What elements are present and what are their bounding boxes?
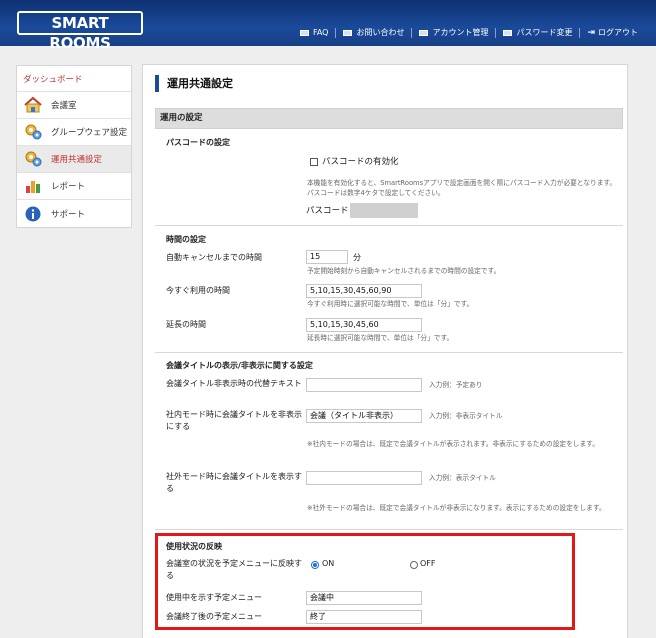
nav-logout[interactable]: ⇥ ログアウト (587, 27, 638, 38)
top-header: SMART ROOMS FAQ お問い合わせ アカウント管理 パスワード変更 ⇥… (0, 0, 656, 52)
nav-password[interactable]: パスワード変更 (503, 27, 572, 38)
passcode-block: パスコードの設定 パスコードの有効化 本機能を有効化すると、SmartRooms… (155, 129, 623, 226)
sidebar-item-label: グループウェア設定 (51, 128, 127, 138)
info-icon (24, 205, 42, 223)
highlight-box (155, 533, 575, 630)
auto-cancel-hint: 予定開始時刻から自動キャンセルされるまでの時間の設定です。 (307, 267, 501, 275)
meeting-title-block: 会議タイトルの表示/非表示に関する設定 会議タイトル非表示時の代替テキスト 入力… (155, 353, 623, 530)
external-input[interactable] (306, 471, 422, 485)
nav-divider (411, 27, 413, 38)
nav-password-label: パスワード変更 (516, 28, 573, 37)
nav-divider (495, 27, 497, 38)
sidebar-item-groupware[interactable]: グループウェア設定 (17, 119, 131, 146)
nav-account-label: アカウント管理 (432, 28, 489, 37)
card-icon (343, 29, 353, 36)
sidebar-item-label: ダッシュボード (23, 74, 83, 85)
alt-text-input[interactable] (306, 378, 422, 392)
alt-text-label: 会議タイトル非表示時の代替テキスト (166, 379, 302, 388)
section-header: 運用の設定 (155, 108, 623, 129)
extend-hint: 延長時に選択可能な時間で、単位は「分」です。 (307, 334, 454, 342)
sidebar-item-label: 運用共通設定 (51, 155, 103, 165)
nav-faq-label: FAQ (312, 28, 329, 37)
internal-label: 社内モード時に会議タイトルを非表示にする (166, 410, 302, 431)
passcode-label: パスコード (306, 206, 349, 216)
nav-divider (579, 27, 581, 38)
nav-divider (335, 27, 337, 38)
logout-icon: ⇥ (587, 27, 595, 38)
sidebar: ダッシュボード 会議室 グループウェア設定 運用共通設定 レポート サポート (16, 65, 132, 228)
internal-note: ※社内モードの場合は、既定で会議タイトルが表示されます。非表示にするための設定を… (307, 440, 599, 448)
internal-input[interactable]: 会議（タイトル非表示） (306, 409, 422, 423)
external-note: ※社外モードの場合は、既定で会議タイトルが非表示になります。表示にするための設定… (307, 504, 606, 512)
nav-logout-label: ログアウト (598, 28, 638, 37)
app-logo[interactable]: SMART ROOMS (17, 11, 143, 52)
now-use-input[interactable]: 5,10,15,30,45,60,90 (306, 284, 422, 298)
passcode-title: パスコードの設定 (166, 138, 230, 147)
sidebar-item-label: レポート (51, 182, 86, 192)
auto-cancel-input[interactable]: 15 (306, 250, 348, 264)
meeting-title-title: 会議タイトルの表示/非表示に関する設定 (166, 361, 313, 370)
card-icon (419, 29, 429, 36)
auto-cancel-unit: 分 (353, 253, 361, 262)
passcode-description: 本機能を有効化すると、SmartRoomsアプリで設定画面を開く際にパスコード入… (307, 179, 617, 197)
now-use-label: 今すぐ利用の時間 (166, 286, 230, 295)
sidebar-item-label: 会議室 (51, 101, 77, 111)
now-use-hint: 今すぐ利用時に選択可能な時間で、単位は「分」です。 (307, 300, 474, 308)
time-block: 時間の設定 自動キャンセルまでの時間 15 分 予定開始時刻から自動キャンセルさ… (155, 226, 623, 353)
sidebar-item-dashboard[interactable]: ダッシュボード (17, 66, 131, 92)
nav-contact-label: お問い合わせ (356, 28, 405, 37)
passcode-value-masked (350, 203, 418, 218)
nav-account[interactable]: アカウント管理 (419, 27, 488, 38)
nav-contact[interactable]: お問い合わせ (343, 27, 404, 38)
page-title: 運用共通設定 (155, 75, 233, 92)
card-icon (503, 29, 513, 36)
sidebar-item-support[interactable]: サポート (17, 200, 131, 227)
card-icon (299, 29, 309, 36)
sidebar-item-rooms[interactable]: 会議室 (17, 92, 131, 119)
alt-text-example: 入力例：予定あり (429, 381, 483, 389)
extend-label: 延長の時間 (166, 320, 206, 329)
sidebar-item-report[interactable]: レポート (17, 173, 131, 200)
house-icon (24, 96, 42, 114)
sidebar-item-label: サポート (51, 209, 86, 220)
external-label: 社外モード時に会議タイトルを表示する (166, 472, 302, 493)
internal-example: 入力例：非表示タイトル (429, 412, 503, 420)
nav-faq[interactable]: FAQ (299, 28, 329, 37)
auto-cancel-label: 自動キャンセルまでの時間 (166, 253, 262, 262)
top-nav: FAQ お問い合わせ アカウント管理 パスワード変更 ⇥ ログアウト (299, 27, 638, 38)
gears-icon (24, 123, 42, 141)
sidebar-item-common-settings[interactable]: 運用共通設定 (17, 146, 131, 173)
gears-icon (24, 150, 42, 168)
bar-chart-icon (24, 177, 42, 195)
time-title: 時間の設定 (166, 235, 206, 244)
passcode-enable-label[interactable]: パスコードの有効化 (322, 156, 399, 168)
extend-input[interactable]: 5,10,15,30,45,60 (306, 318, 422, 332)
passcode-enable-checkbox[interactable] (310, 158, 318, 166)
external-example: 入力例：表示タイトル (429, 474, 496, 482)
